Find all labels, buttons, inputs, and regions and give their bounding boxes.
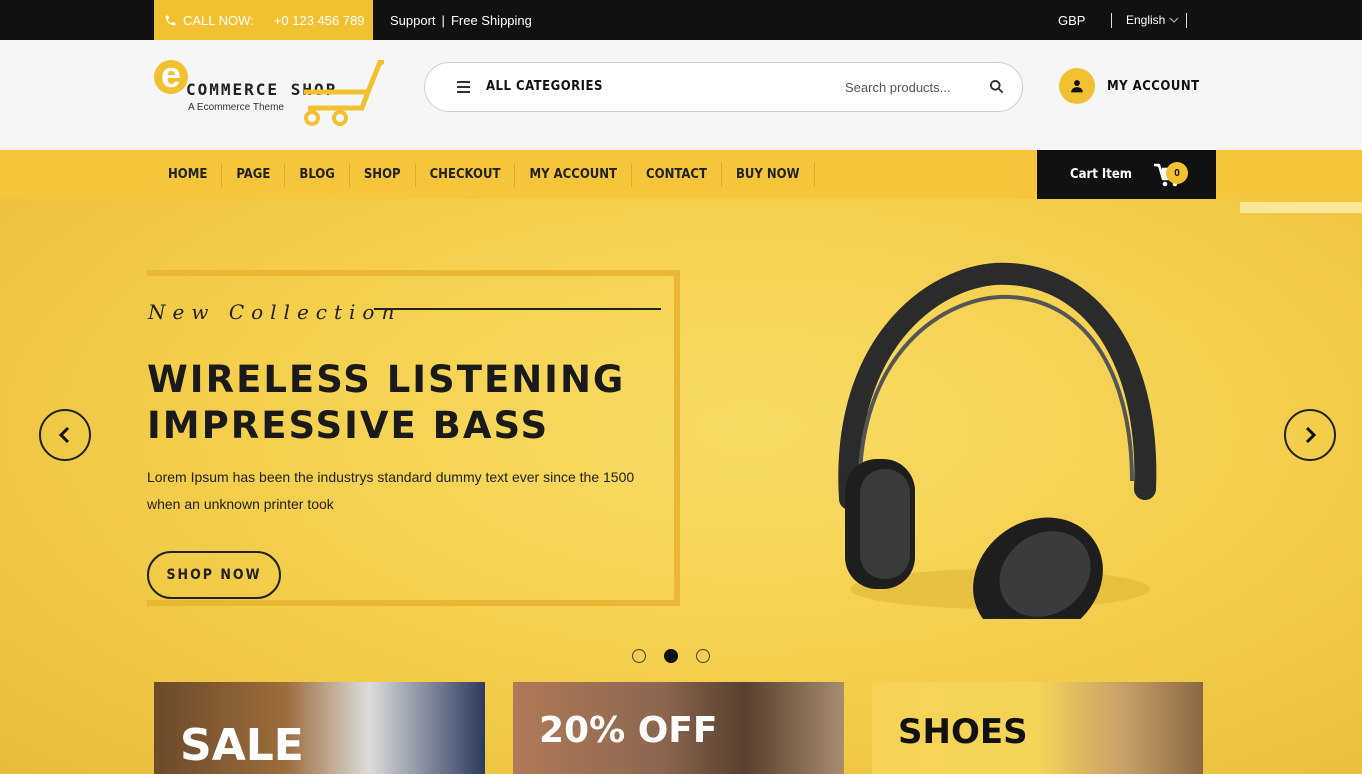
cart-label: Cart Item [1070, 167, 1132, 182]
support-links: Support | Free Shipping [390, 0, 532, 40]
headline-line-2: IMPRESSIVE BASS [147, 404, 550, 447]
nav-item-checkout[interactable]: CHECKOUT [416, 162, 516, 187]
search-input[interactable] [845, 75, 985, 99]
logo-tagline: A Ecommerce Theme [188, 102, 284, 113]
nav-item-shop[interactable]: SHOP [350, 162, 416, 187]
promo-card-discount[interactable]: 20% OFF [513, 682, 844, 774]
language-select[interactable]: English [1126, 0, 1179, 40]
promo-card-shoes[interactable]: SHOES [872, 682, 1203, 774]
call-number[interactable]: +0 123 456 789 [274, 13, 365, 28]
phone-icon [165, 15, 176, 25]
nav-list: HOME PAGE BLOG SHOP CHECKOUT MY ACCOUNT … [154, 150, 815, 199]
support-link[interactable]: Support [390, 13, 436, 28]
cart-count-badge: 0 [1166, 162, 1188, 184]
chevron-left-icon [58, 426, 70, 444]
promo-label: 20% OFF [539, 710, 718, 751]
cart-button[interactable]: Cart Item 0 [1037, 150, 1216, 199]
kicker-rule [374, 308, 661, 310]
slide-indicators [632, 649, 710, 663]
link-separator: | [441, 12, 445, 28]
currency-select[interactable]: GBP [1058, 0, 1085, 40]
nav-item-buy-now[interactable]: BUY NOW [722, 162, 815, 187]
language-value: English [1126, 13, 1166, 27]
nav-item-contact[interactable]: CONTACT [632, 162, 722, 187]
divider [1111, 13, 1112, 28]
chevron-right-icon [1305, 426, 1317, 444]
nav-item-my-account[interactable]: MY ACCOUNT [515, 162, 633, 187]
frame-border [147, 600, 680, 606]
free-shipping-link[interactable]: Free Shipping [451, 13, 532, 28]
nav-item-home[interactable]: HOME [154, 162, 223, 187]
search-icon[interactable] [989, 79, 1004, 94]
hero-kicker: New Collection [148, 300, 402, 324]
slide-dot-3[interactable] [696, 649, 710, 663]
menu-icon[interactable] [457, 81, 470, 93]
promo-label: SALE [180, 720, 304, 771]
nav-item-page[interactable]: PAGE [222, 162, 286, 187]
promo-label: SHOES [898, 712, 1028, 752]
promo-card-sale[interactable]: SALE [154, 682, 485, 774]
search-bar: ALL CATEGORIES [424, 62, 1023, 112]
slide-dot-2[interactable] [664, 649, 678, 663]
top-bar: CALL NOW: +0 123 456 789 Support | Free … [0, 0, 1362, 40]
my-account-label: MY ACCOUNT [1107, 78, 1200, 94]
slide-dot-1[interactable] [632, 649, 646, 663]
my-account-link[interactable]: MY ACCOUNT [1059, 68, 1200, 104]
logo-mark: e [154, 57, 188, 94]
prev-slide-button[interactable] [39, 409, 91, 461]
call-label: CALL NOW: [183, 12, 254, 28]
call-now[interactable]: CALL NOW: +0 123 456 789 [154, 0, 373, 40]
nav-item-blog[interactable]: BLOG [285, 162, 350, 187]
divider [1186, 13, 1187, 28]
headphones-image [838, 262, 1157, 619]
hero-headline: WIRELESS LISTENING IMPRESSIVE BASS [147, 357, 625, 449]
site-logo[interactable]: e COMMERCE SHOP A Ecommerce Theme [154, 57, 384, 130]
next-slide-button[interactable] [1284, 409, 1336, 461]
shop-now-button[interactable]: SHOP NOW [147, 551, 281, 599]
headline-line-1: WIRELESS LISTENING [147, 358, 626, 401]
user-icon [1059, 68, 1095, 104]
cart-logo-icon [304, 60, 384, 126]
decor-stripe [1240, 202, 1362, 213]
all-categories-button[interactable]: ALL CATEGORIES [486, 79, 603, 94]
hero-description: Lorem Ipsum has been the industrys stand… [147, 469, 635, 512]
chevron-down-icon [1169, 17, 1179, 23]
